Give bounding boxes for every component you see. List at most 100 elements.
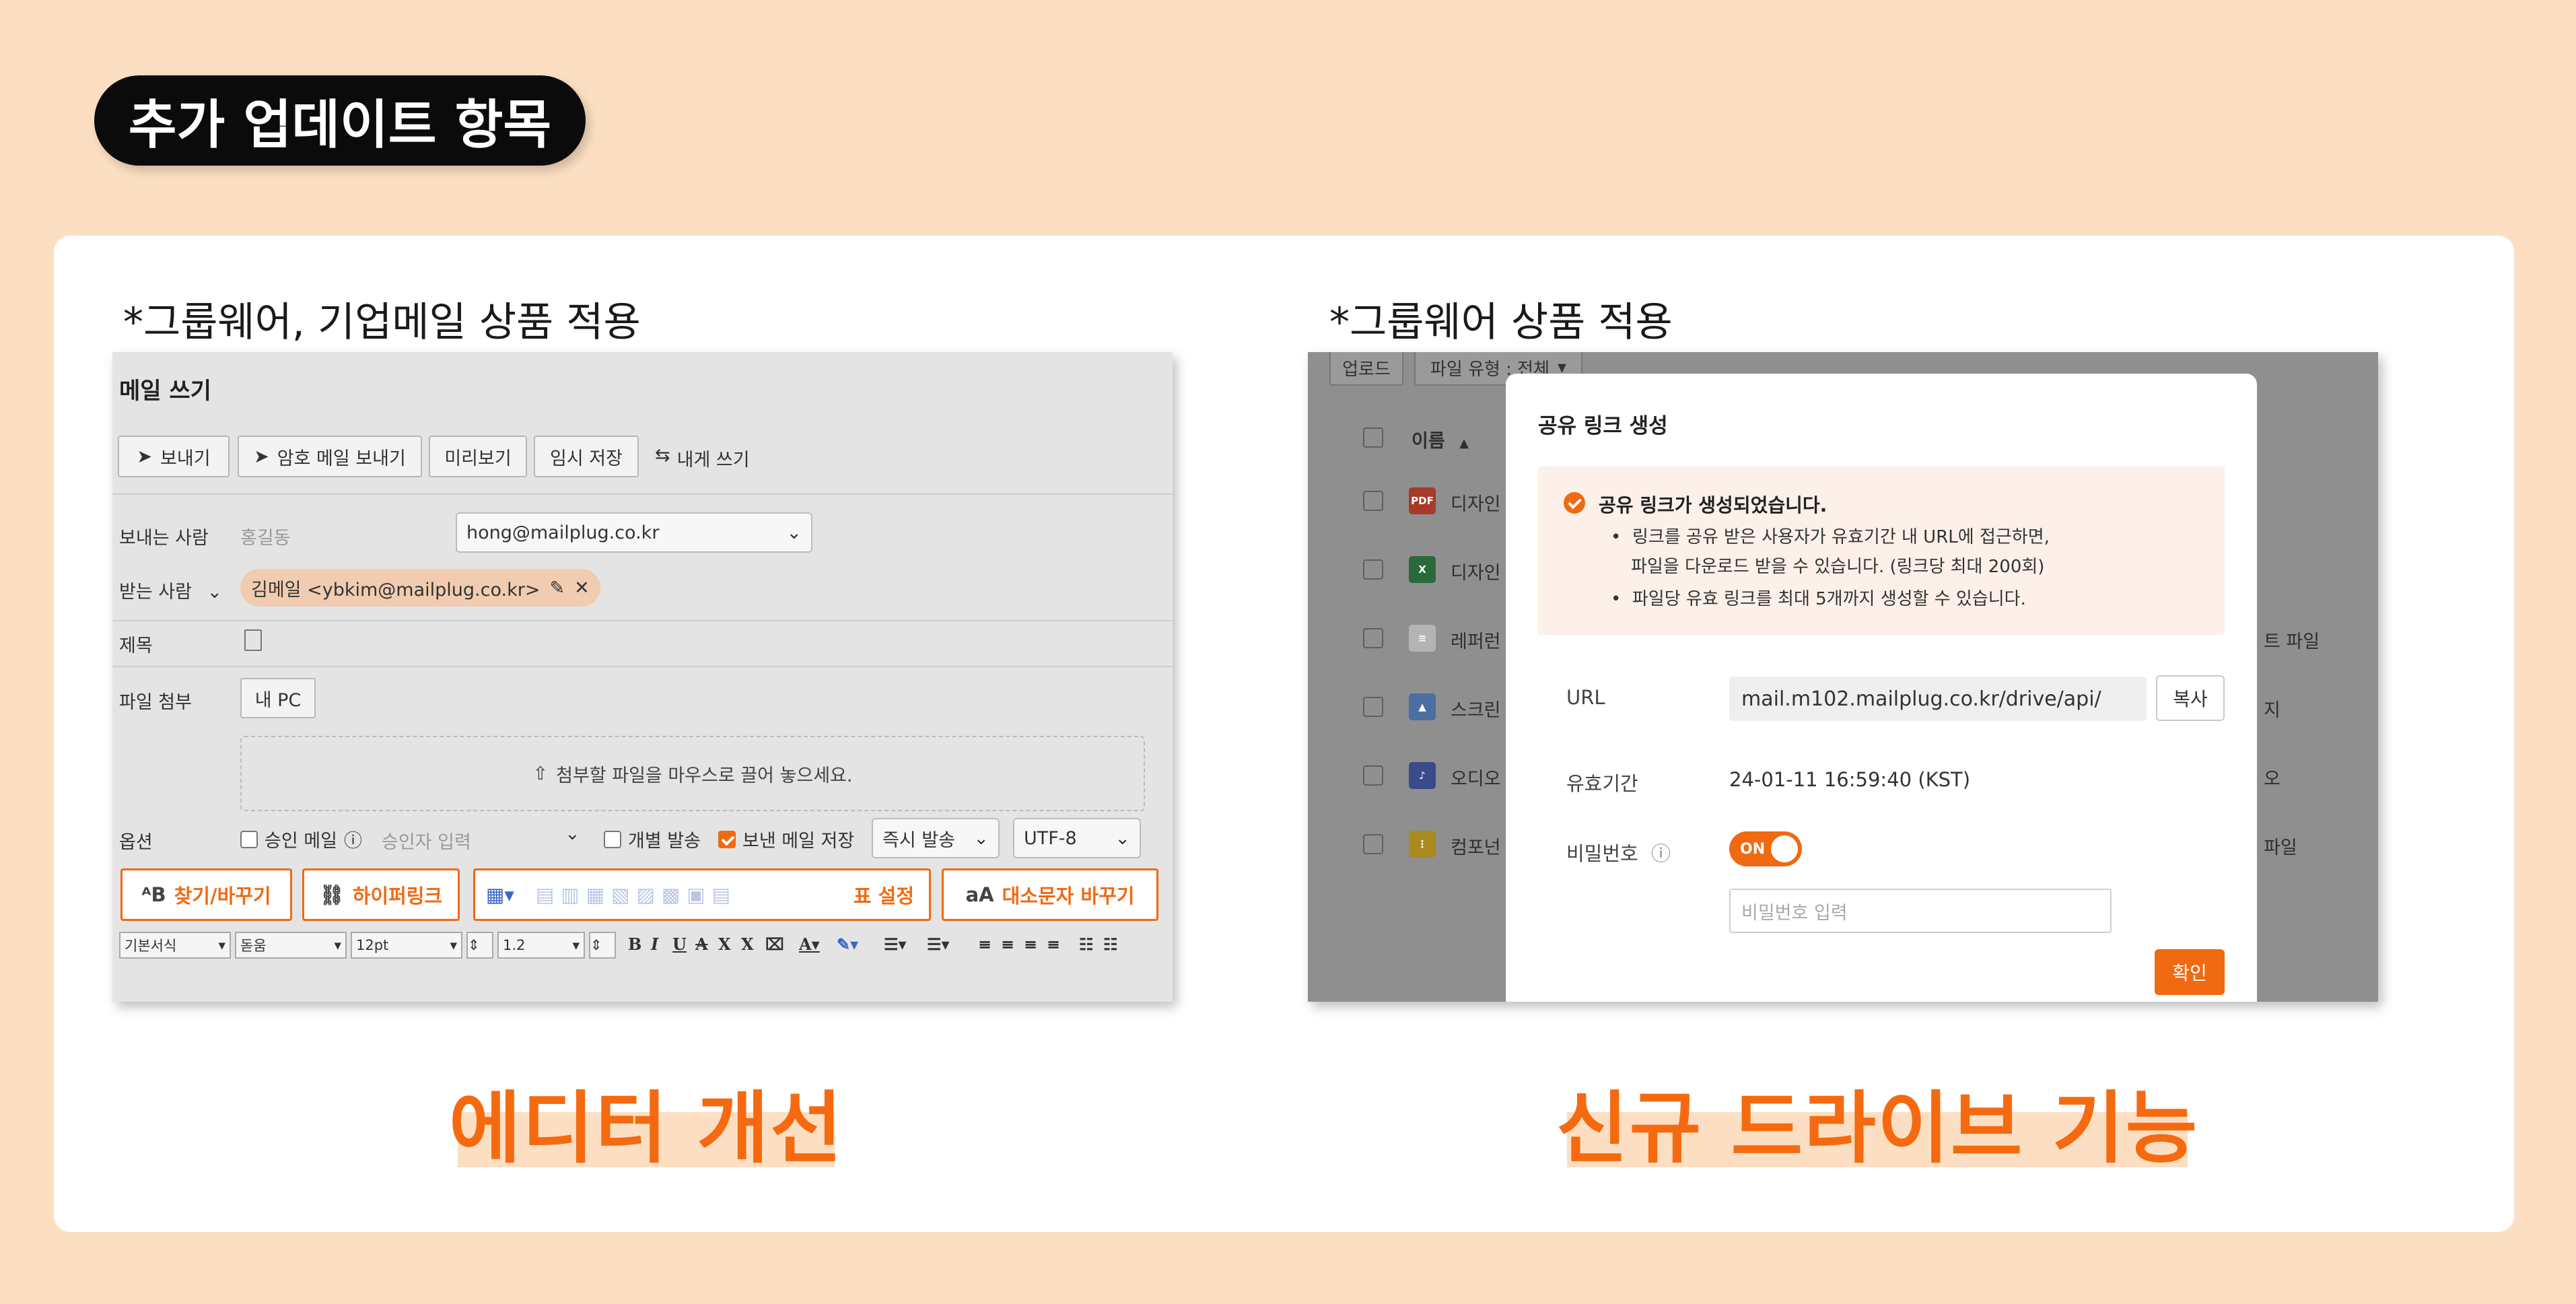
case-icon: aA <box>965 883 994 906</box>
divider <box>112 666 1173 667</box>
line-height-stepper[interactable]: ⇕ <box>589 932 616 959</box>
self-write-button[interactable]: ⇆ 내게 쓰기 <box>655 445 750 471</box>
individual-send-checkbox[interactable]: 개별 발송 <box>604 826 701 852</box>
copy-button[interactable]: 복사 <box>2156 675 2225 721</box>
upload-button[interactable]: 업로드 <box>1329 352 1403 386</box>
info-bullet-1: • 링크를 공유 받은 사용자가 유효기간 내 URL에 접근하면, <box>1611 527 2050 547</box>
row-checkbox[interactable] <box>1363 765 1383 786</box>
italic-button[interactable]: I <box>651 934 658 954</box>
file-name[interactable]: 디자인 <box>1451 558 1501 584</box>
indent-icon[interactable]: ☷ <box>1079 934 1094 954</box>
my-pc-button[interactable]: 내 PC <box>240 678 316 718</box>
name-column-header[interactable]: 이름 ▲ <box>1412 426 1469 452</box>
info-bullet-2: • 파일당 유효 링크를 최대 5개까지 생성할 수 있습니다. <box>1611 589 2026 609</box>
table-icon: ▦▾ <box>486 883 514 906</box>
bold-button[interactable]: B <box>628 934 641 954</box>
checkbox[interactable] <box>240 830 258 848</box>
chevron-down-icon[interactable]: ⌄ <box>207 582 223 603</box>
checkbox[interactable] <box>604 830 621 848</box>
row-checkbox[interactable] <box>1363 491 1383 511</box>
superscript-button[interactable]: X <box>718 934 731 954</box>
subscript-button[interactable]: X <box>741 934 754 954</box>
size-stepper[interactable]: ⇕ <box>466 932 493 959</box>
chevron-down-icon: ⌄ <box>973 827 989 849</box>
align-left-icon[interactable]: ≡ <box>978 934 991 954</box>
style-select[interactable]: 기본서식 ▾ <box>119 932 231 959</box>
edit-icon[interactable]: ✎ <box>549 578 565 598</box>
draft-button[interactable]: 임시 저장 <box>534 436 639 477</box>
file-name-tail: 파일 <box>2264 837 2297 858</box>
zip-icon: ⋮ <box>1409 831 1436 858</box>
justify-icon[interactable]: ≡ <box>1047 934 1060 954</box>
table-settings-button[interactable]: ▦▾ ▤▥▦▧▨▩▣▤ 표 설정 <box>473 868 931 921</box>
encrypted-send-button[interactable]: ➤ 암호 메일 보내기 <box>238 436 422 477</box>
bullet-list-icon[interactable]: ☰▾ <box>927 934 950 954</box>
sender-email-select[interactable]: hong@mailplug.co.kr ⌄ <box>456 512 812 553</box>
row-checkbox[interactable] <box>1363 559 1383 580</box>
approval-checkbox[interactable]: 승인 메일 ⓘ <box>240 826 362 852</box>
checkbox-checked[interactable] <box>718 830 736 848</box>
close-icon[interactable]: ✕ <box>574 578 590 598</box>
size-select[interactable]: 12pt ▾ <box>351 932 462 959</box>
row-checkbox[interactable] <box>1363 697 1383 717</box>
compose-title: 메일 쓰기 <box>119 378 211 405</box>
row-checkbox[interactable] <box>1363 834 1383 854</box>
case-change-button[interactable]: aA 대소문자 바꾸기 <box>942 868 1158 921</box>
divider <box>112 493 1173 495</box>
align-right-icon[interactable]: ≡ <box>1024 934 1037 954</box>
expiry-label: 유효기간 <box>1566 772 1638 795</box>
encoding-select[interactable]: UTF-8 ⌄ <box>1013 818 1141 858</box>
section-title: 추가 업데이트 항목 <box>128 95 552 156</box>
find-replace-button[interactable]: ᴬB 찾기/바꾸기 <box>120 868 292 921</box>
strike-button[interactable]: A <box>695 934 708 954</box>
share-link-modal: 공유 링크 생성 공유 링크가 생성되었습니다. • 링크를 공유 받은 사용자… <box>1506 374 2257 1002</box>
doc-icon: ≡ <box>1409 625 1436 652</box>
url-label: URL <box>1566 686 1605 709</box>
preview-button[interactable]: 미리보기 <box>429 436 527 477</box>
password-label: 비밀번호 ⓘ <box>1566 842 1671 865</box>
check-circle-icon <box>1564 492 1585 514</box>
save-sent-checkbox[interactable]: 보낸 메일 저장 <box>718 826 854 852</box>
underline-button[interactable]: U <box>672 934 687 954</box>
highlight-icon[interactable]: ✎▾ <box>837 934 858 954</box>
file-name[interactable]: 오디오 <box>1451 764 1501 790</box>
lock-send-icon: ➤ <box>254 446 269 467</box>
editor-screenshot: 메일 쓰기 ➤ 보내기 ➤ 암호 메일 보내기 미리보기 임시 저장 ⇆ 내게 … <box>112 352 1173 1002</box>
recipient-chip[interactable]: 김메일 <ybkim@mailplug.co.kr> ✎ ✕ <box>240 569 600 607</box>
file-dropzone[interactable]: ⇧ 첨부할 파일을 마우스로 끌어 놓으세요. <box>240 736 1145 811</box>
font-select[interactable]: 돋움 ▾ <box>235 932 347 959</box>
image-icon: ▲ <box>1409 693 1436 720</box>
format-toolbar: 기본서식 ▾ 돋움 ▾ 12pt ▾ ⇕ 1.2 ▾ ⇕ B I U A X X ⌧ A… <box>119 929 1169 961</box>
clear-format-icon[interactable]: ⌧ <box>765 934 784 954</box>
file-name[interactable]: 레퍼런 <box>1451 627 1501 653</box>
password-input[interactable]: 비밀번호 입력 <box>1729 889 2112 933</box>
drive-screenshot: 업로드 파일 유형 : 전체 ▾ 이름 ▲ PDF 디자인 X 디자인 ≡ 레퍼… <box>1308 352 2378 1002</box>
chevron-down-icon[interactable]: ⌄ <box>565 823 580 844</box>
ordered-list-icon[interactable]: ☰▾ <box>884 934 907 954</box>
line-height-select[interactable]: 1.2 ▾ <box>497 932 585 959</box>
expiry-value: 24-01-11 16:59:40 (KST) <box>1729 768 1971 791</box>
file-name[interactable]: 디자인 <box>1451 489 1501 516</box>
select-all-checkbox[interactable] <box>1363 427 1383 448</box>
file-name-tail: 트 파일 <box>2264 631 2320 652</box>
outdent-icon[interactable]: ☷ <box>1103 934 1118 954</box>
url-field[interactable]: mail.m102.mailplug.co.kr/drive/api/ <box>1729 677 2147 721</box>
row-checkbox[interactable] <box>1363 628 1383 648</box>
find-replace-icon: ᴬB <box>141 883 166 906</box>
toggle-knob <box>1771 835 1798 862</box>
approver-input[interactable]: 승인자 입력 <box>382 827 471 854</box>
audio-icon: ♪ <box>1409 762 1436 789</box>
send-button[interactable]: ➤ 보내기 <box>118 436 230 477</box>
pdf-icon: PDF <box>1409 487 1436 514</box>
align-center-icon[interactable]: ≡ <box>1001 934 1014 954</box>
hyperlink-button[interactable]: ⛓ 하이퍼링크 <box>302 868 460 921</box>
password-toggle[interactable]: ON <box>1729 831 1802 866</box>
info-bullet-1-cont: 파일을 다운로드 받을 수 있습니다. (링크당 최대 200회) <box>1631 557 2045 577</box>
file-name[interactable]: 스크린 <box>1451 695 1501 722</box>
bookmark-icon[interactable] <box>244 629 262 651</box>
confirm-button[interactable]: 확인 <box>2155 949 2225 995</box>
send-mode-select[interactable]: 즉시 발송 ⌄ <box>872 818 1000 858</box>
file-name[interactable]: 컴포넌 <box>1451 833 1501 859</box>
font-color-icon[interactable]: A▾ <box>799 934 820 954</box>
right-note: *그룹웨어 상품 적용 <box>1329 299 1673 346</box>
